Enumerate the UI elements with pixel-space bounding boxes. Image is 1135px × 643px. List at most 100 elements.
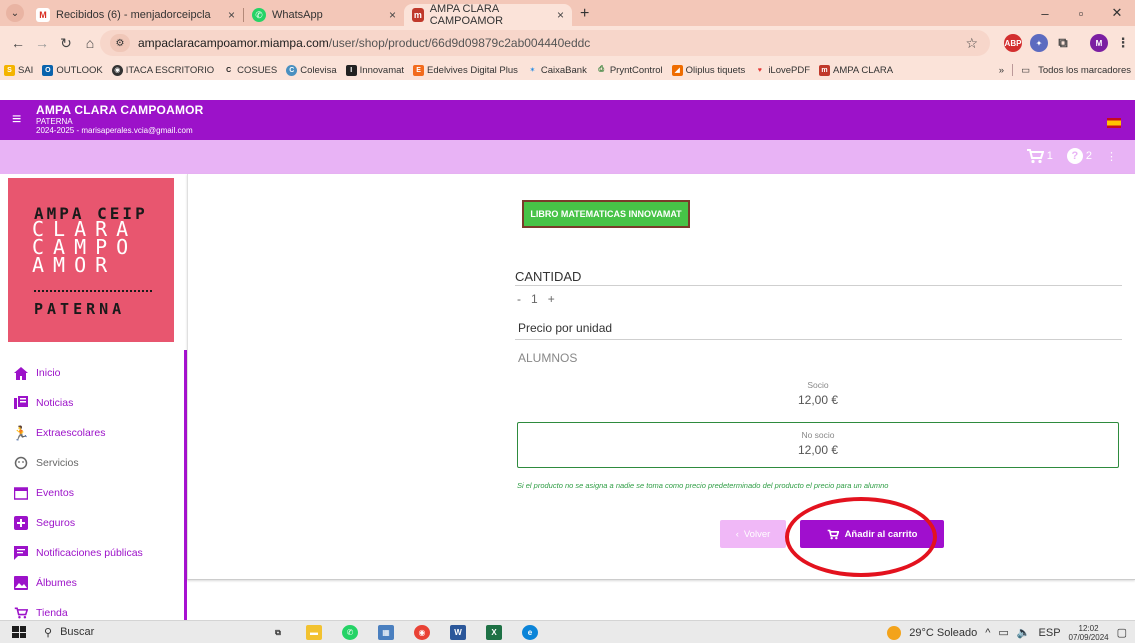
hamburger-menu-icon[interactable]: ≡ <box>12 111 21 129</box>
minimize-icon[interactable]: – <box>1027 6 1063 21</box>
profile-avatar[interactable]: M <box>1090 34 1108 52</box>
task-view-icon[interactable]: ⧉ <box>270 625 286 640</box>
bookmark-outlook[interactable]: O OUTLOOK <box>42 64 103 76</box>
bookmark-label: SAI <box>18 64 34 76</box>
decrement-button[interactable]: - <box>517 292 521 306</box>
network-icon[interactable]: ▭ <box>998 626 1008 639</box>
sidebar-item-noticias[interactable]: Noticias <box>14 388 143 418</box>
tab-gmail[interactable]: M Recibidos (6) - menjadorceipcla × <box>28 4 243 26</box>
header-actions: 1 ? 2 ⋮ <box>1026 148 1117 164</box>
price-option-nosocio[interactable]: No socio 12,00 € <box>517 422 1119 468</box>
divider <box>1012 64 1014 76</box>
back-arrow-icon[interactable]: ← <box>6 35 30 51</box>
association-city: PATERNA <box>36 117 73 126</box>
volume-icon[interactable]: 🔈 <box>1017 626 1031 639</box>
home-page-icon[interactable]: ⌂ <box>78 35 102 51</box>
bookmark-star-icon[interactable]: ☆ <box>965 35 978 52</box>
quantity-value[interactable]: 1 <box>531 292 538 306</box>
help-button[interactable]: ? 2 <box>1066 148 1092 164</box>
clock[interactable]: 12:02 07/09/2024 <box>1069 624 1109 642</box>
add-to-cart-button[interactable]: Añadir al carrito <box>800 520 944 548</box>
innovamat-icon: I <box>345 64 357 76</box>
sidebar-item-label: Tienda <box>36 607 68 619</box>
bookmark-pryntcontrol[interactable]: ⎙ PryntControl <box>596 65 663 76</box>
chevron-up-icon[interactable]: ^ <box>985 627 990 639</box>
new-tab-button[interactable]: + <box>580 5 589 23</box>
taskbar-search[interactable]: ⚲ Buscar <box>44 626 94 639</box>
browser-menu-icon[interactable]: ⋮ <box>1114 34 1132 52</box>
weather-text[interactable]: 29°C Soleado <box>909 627 977 639</box>
edge-icon[interactable]: e <box>522 625 538 640</box>
bookmark-label: Edelvives Digital Plus <box>427 64 518 76</box>
bookmark-edelvives[interactable]: E Edelvives Digital Plus <box>413 64 518 76</box>
spain-flag-icon[interactable] <box>1107 118 1121 128</box>
add-to-cart-label: Añadir al carrito <box>844 528 918 540</box>
bookmark-colevisa[interactable]: C Colevisa <box>286 64 337 76</box>
file-explorer-icon[interactable]: ▬ <box>306 625 322 640</box>
increment-button[interactable]: + <box>548 292 555 306</box>
sidebar-item-extraescolares[interactable]: 🏃 Extraescolares <box>12 418 143 448</box>
bookmark-ampa-clara[interactable]: m AMPA CLARA <box>819 64 893 76</box>
lang-indicator[interactable]: ESP <box>1039 627 1061 639</box>
oliplus-icon: ◢ <box>671 64 683 76</box>
chevron-right-icon[interactable]: » <box>999 65 1004 76</box>
windows-start-icon[interactable] <box>12 626 26 638</box>
cart-count: 1 <box>1046 150 1053 162</box>
browser-tabstrip: ⌄ M Recibidos (6) - menjadorceipcla × ✆ … <box>0 0 1135 27</box>
price-note: Si el producto no se asigna a nadie se t… <box>517 481 889 490</box>
bookmark-ilovepdf[interactable]: ♥ iLovePDF <box>754 65 810 76</box>
chrome-icon[interactable]: ◉ <box>414 625 430 640</box>
tab-ampa[interactable]: m AMPA CLARA CAMPOAMOR × <box>404 3 572 27</box>
clock-time: 12:02 <box>1078 623 1099 633</box>
sidebar-item-eventos[interactable]: Eventos <box>14 478 143 508</box>
bookmark-itaca[interactable]: ◉ ITACA ESCRITORIO <box>111 64 215 76</box>
word-icon[interactable]: W <box>450 625 466 640</box>
back-button[interactable]: ‹ Volver <box>720 520 786 548</box>
price-option-value: 12,00 € <box>797 443 839 457</box>
more-options-icon[interactable]: ⋮ <box>1106 150 1117 163</box>
sidebar-item-label: Extraescolares <box>36 427 106 439</box>
sidebar-item-albumes[interactable]: Álbumes <box>14 568 143 598</box>
bookmark-oliplus[interactable]: ◢ Oliplus tiquets <box>671 64 745 76</box>
address-bar[interactable]: ⚙ ampaclaracampoamor.miampa.com/user/sho… <box>100 30 990 56</box>
sidebar-item-inicio[interactable]: Inicio <box>14 358 143 388</box>
sidebar-item-label: Inicio <box>36 367 61 379</box>
window-controls: – ▫ ✕ <box>1027 0 1135 26</box>
close-icon[interactable]: × <box>557 8 564 22</box>
divider <box>515 339 1122 340</box>
sidebar-item-label: Seguros <box>36 517 76 529</box>
sidebar-item-notificaciones[interactable]: Notificaciones públicas <box>14 538 143 568</box>
extension-icon[interactable]: ✦ <box>1030 34 1048 52</box>
tab-title: AMPA CLARA CAMPOAMOR <box>429 3 504 27</box>
calculator-icon[interactable]: ▦ <box>378 625 394 640</box>
reload-icon[interactable]: ↻ <box>54 35 78 52</box>
site-info-icon[interactable]: ⚙ <box>110 34 130 52</box>
bookmark-label: CaixaBank <box>540 64 587 76</box>
bookmark-caixabank[interactable]: ✶ CaixaBank <box>527 64 587 76</box>
bookmark-sai[interactable]: S SAI <box>4 64 34 76</box>
sidebar-item-servicios[interactable]: Servicios <box>14 448 143 478</box>
extensions-puzzle-icon[interactable]: ⧉ <box>1054 34 1072 52</box>
cart-button[interactable]: 1 <box>1026 148 1053 164</box>
unit-price-label: Precio por unidad <box>518 321 613 335</box>
close-window-icon[interactable]: ✕ <box>1099 5 1135 21</box>
notifications-icon[interactable]: ▢ <box>1117 626 1127 639</box>
edelvives-icon: E <box>413 64 425 76</box>
tab-whatsapp[interactable]: ✆ WhatsApp × <box>244 4 404 26</box>
all-bookmarks-link[interactable]: Todos los marcadores <box>1038 65 1131 76</box>
close-icon[interactable]: × <box>389 8 396 22</box>
forward-arrow-icon[interactable]: → <box>30 35 54 51</box>
excel-icon[interactable]: X <box>486 625 502 640</box>
close-icon[interactable]: × <box>228 8 235 22</box>
bookmark-cosues[interactable]: C COSUES <box>223 65 277 76</box>
colevisa-icon: C <box>286 64 298 76</box>
sidebar-item-seguros[interactable]: Seguros <box>14 508 143 538</box>
bookmark-innovamat[interactable]: I Innovamat <box>345 64 404 76</box>
tab-search-icon[interactable]: ⌄ <box>6 4 24 22</box>
price-option-socio[interactable]: Socio 12,00 € <box>517 380 1119 420</box>
search-icon: ⚲ <box>44 626 53 639</box>
whatsapp-icon[interactable]: ✆ <box>342 625 358 640</box>
maximize-icon[interactable]: ▫ <box>1063 6 1099 21</box>
adblock-icon[interactable]: ABP <box>1004 34 1022 52</box>
bookmark-label: ITACA ESCRITORIO <box>125 64 215 76</box>
